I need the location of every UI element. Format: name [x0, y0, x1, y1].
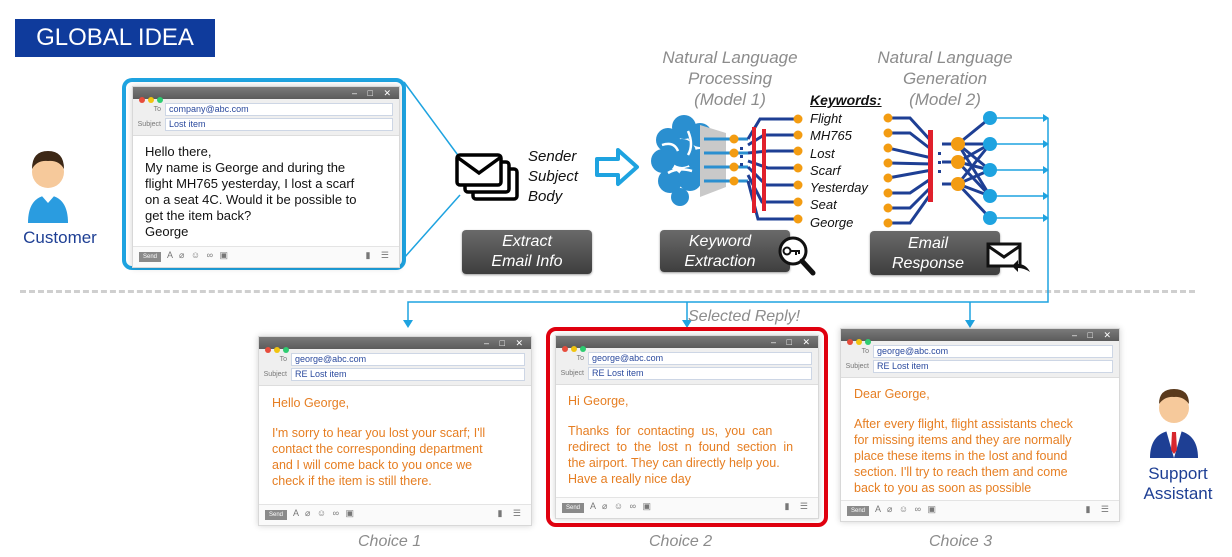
- body-line: Thanks for contacting us, you can: [568, 424, 773, 438]
- format-tools-icon[interactable]: A ⌀ ☺ ∞ ▣: [293, 508, 356, 519]
- subject-label: Subject: [263, 371, 287, 378]
- send-button[interactable]: Send: [265, 510, 287, 520]
- choice-3-label: Choice 3: [929, 533, 993, 550]
- send-button[interactable]: Send: [847, 506, 869, 516]
- body-line: Have a really nice day: [568, 472, 691, 486]
- body-line: Hi George,: [568, 394, 629, 408]
- to-field[interactable]: george@abc.com: [873, 345, 1113, 358]
- window-titlebar: – □ ✕: [259, 337, 531, 353]
- selected-reply-label: Selected Reply!: [688, 308, 801, 325]
- window-titlebar: – □ ✕: [841, 329, 1119, 345]
- choice-2-label: Choice 2: [649, 533, 713, 550]
- format-tools-icon[interactable]: A ⌀ ☺ ∞ ▣: [875, 504, 938, 515]
- body-line: I'm sorry to hear you lost your scarf; I…: [272, 426, 486, 440]
- subject-field[interactable]: RE Lost item: [873, 360, 1113, 373]
- body-line: the airport. They can directly help you.: [568, 456, 780, 470]
- body-line: section. I'll try to reach them and come: [854, 465, 1068, 479]
- body-line: Hello George,: [272, 396, 350, 410]
- send-button[interactable]: Send: [562, 503, 584, 513]
- body-line: place these items in the lost and found: [854, 449, 1068, 463]
- trash-menu-icon[interactable]: ▮ ☰: [784, 501, 812, 512]
- email-body[interactable]: Hello George, I'm sorry to hear you lost…: [259, 386, 531, 499]
- body-line: redirect to the lost n found section in: [568, 440, 794, 454]
- body-line: [272, 411, 519, 425]
- subject-label: Subject: [560, 370, 584, 377]
- body-line: for missing items and they are normally: [854, 433, 1072, 447]
- choice-1-label: Choice 1: [358, 533, 422, 550]
- window-controls-icon[interactable]: – □ ✕: [484, 337, 527, 349]
- body-line: check if the item is still there.: [272, 474, 432, 488]
- body-line: and I will come back to you once we: [272, 458, 473, 472]
- reply-choice-3[interactable]: – □ ✕ To george@abc.com Subject RE Lost it…: [840, 328, 1120, 522]
- subject-label: Subject: [845, 363, 869, 370]
- email-body[interactable]: Dear George, After every flight, flight …: [841, 378, 1119, 506]
- window-titlebar: – □ ✕: [556, 336, 818, 352]
- trash-menu-icon[interactable]: ▮ ☰: [497, 508, 525, 519]
- email-body[interactable]: Hi George, Thanks for contacting us, you…: [556, 385, 818, 497]
- to-field[interactable]: george@abc.com: [588, 352, 812, 365]
- subject-field[interactable]: RE Lost item: [291, 368, 525, 381]
- body-line: back to you as soon as possible: [854, 481, 1032, 495]
- trash-menu-icon[interactable]: ▮ ☰: [1085, 504, 1113, 515]
- body-line: [568, 409, 806, 423]
- reply-choice-2[interactable]: – □ ✕ To george@abc.com Subject RE Lost it…: [555, 335, 819, 519]
- body-line: contact the corresponding department: [272, 442, 483, 456]
- window-controls-icon[interactable]: – □ ✕: [771, 336, 814, 348]
- subject-field[interactable]: RE Lost item: [588, 367, 812, 380]
- to-field[interactable]: george@abc.com: [291, 353, 525, 366]
- format-tools-icon[interactable]: A ⌀ ☺ ∞ ▣: [590, 501, 653, 512]
- reply-choice-1[interactable]: – □ ✕ To george@abc.com Subject RE Lost it…: [258, 336, 532, 526]
- body-line: After every flight, flight assistants ch…: [854, 417, 1073, 431]
- body-line: Dear George,: [854, 387, 930, 401]
- window-controls-icon[interactable]: – □ ✕: [1072, 329, 1115, 341]
- body-line: [854, 402, 1107, 416]
